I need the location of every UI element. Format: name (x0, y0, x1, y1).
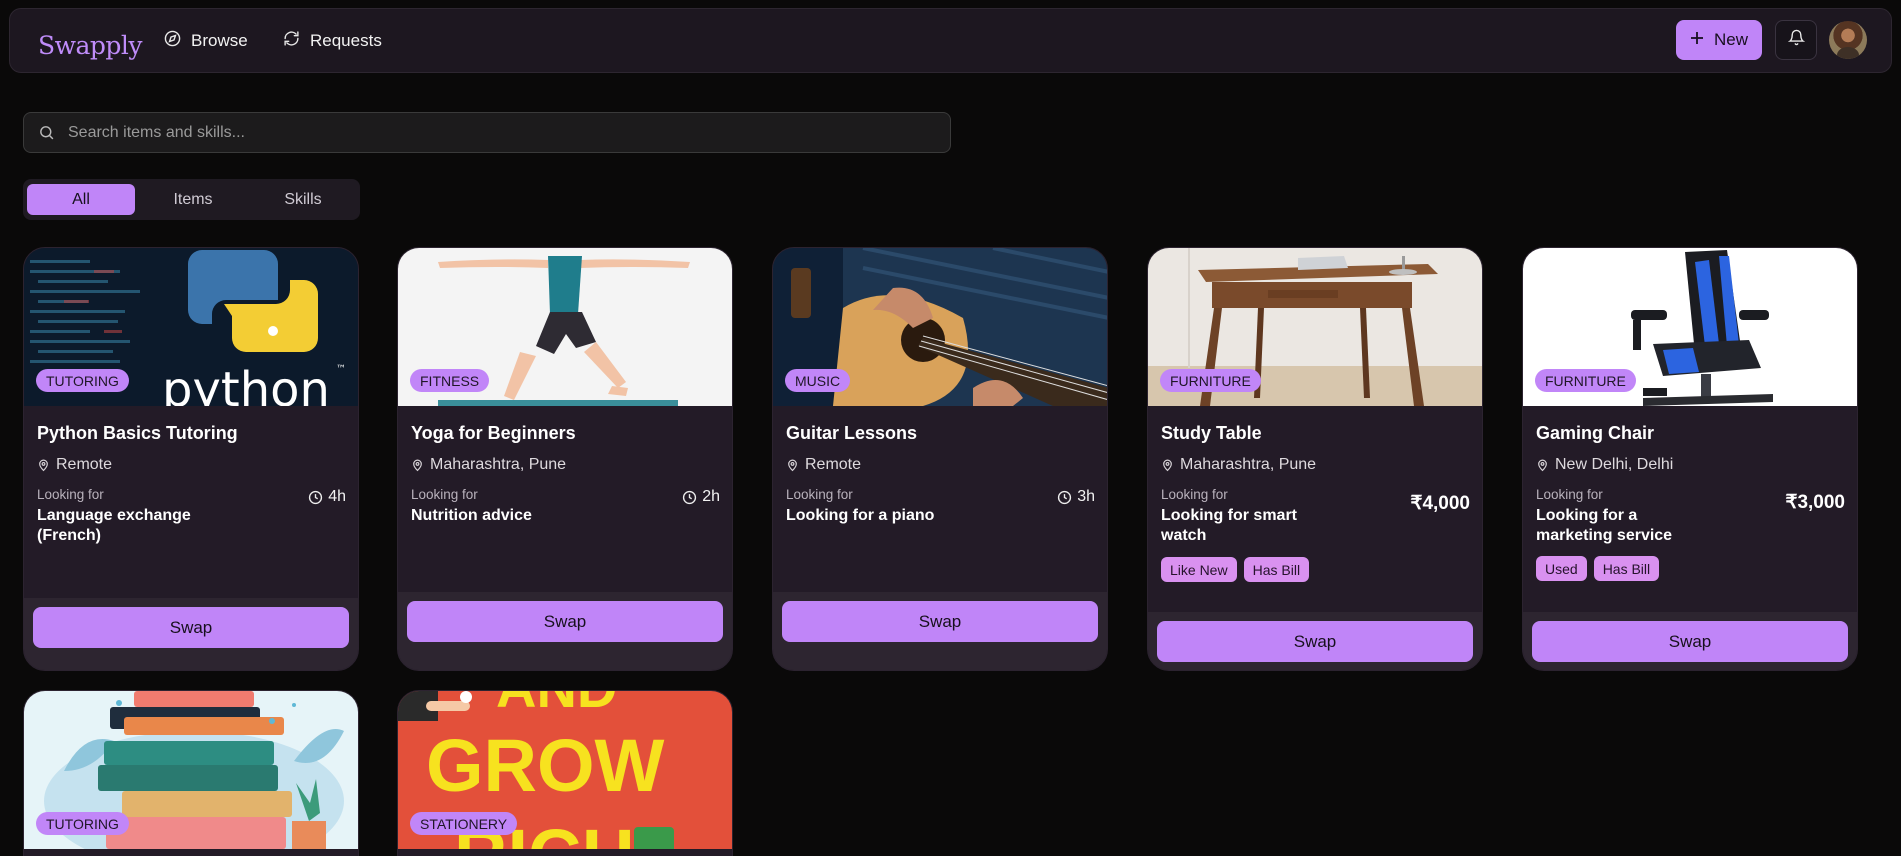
nav-requests[interactable]: Requests (283, 29, 382, 53)
python-wordmark: python (162, 362, 330, 406)
user-avatar[interactable] (1829, 21, 1867, 59)
card-footer: Swap (773, 592, 1107, 670)
search-input[interactable] (68, 113, 928, 152)
looking-for-label: Looking for (1161, 487, 1228, 502)
card-footer: Swap (1148, 612, 1482, 670)
location-text: Remote (805, 456, 862, 473)
plus-icon (1690, 30, 1704, 50)
swap-button[interactable]: Swap (782, 601, 1098, 642)
card-title: Gaming Chair (1536, 423, 1655, 443)
tag-list: Used Has Bill (1536, 556, 1660, 581)
listing-card[interactable]: MUSIC Guitar Lessons Remote Looking for … (772, 247, 1108, 671)
filter-tabs: All Items Skills (23, 179, 360, 220)
tab-skills[interactable]: Skills (249, 184, 357, 215)
nav-requests-label: Requests (310, 31, 382, 50)
search-bar (23, 112, 951, 153)
tag-list: Like New Has Bill (1161, 557, 1310, 582)
location-pin-icon (39, 459, 48, 472)
looking-for-value: Looking for a piano (786, 507, 935, 524)
looking-for-label: Looking for (411, 487, 478, 502)
looking-for-label: Looking for (37, 487, 104, 502)
looking-for-label: Looking for (786, 487, 853, 502)
bell-icon (1787, 29, 1805, 51)
listing-card[interactable]: FURNITURE Gaming Chair New Delhi, Delhi … (1522, 247, 1858, 671)
nav-browse-label: Browse (191, 31, 248, 50)
card-location: New Delhi, Delhi (1536, 456, 1673, 474)
clock-icon (309, 490, 323, 504)
condition-tag: Like New (1161, 557, 1237, 582)
tab-all[interactable]: All (27, 184, 135, 215)
category-badge: FURNITURE (1535, 369, 1636, 392)
bill-tag: Has Bill (1593, 556, 1660, 581)
nav-browse[interactable]: Browse (164, 29, 248, 53)
svg-text:AND: AND (496, 691, 617, 719)
listing-card[interactable]: FITNESS Yoga for Beginners Maharashtra, … (397, 247, 733, 671)
location-text: New Delhi, Delhi (1555, 456, 1674, 473)
card-title: Python Basics Tutoring (37, 423, 238, 443)
listing-card[interactable]: FURNITURE Study Table Maharashtra, Pune … (1147, 247, 1483, 671)
card-footer: Swap (398, 592, 732, 670)
card-title: Study Table (1161, 423, 1262, 443)
card-location: Remote (37, 456, 112, 474)
category-badge: TUTORING (36, 369, 129, 392)
card-title: Yoga for Beginners (411, 423, 576, 443)
tab-items[interactable]: Items (139, 184, 247, 215)
card-footer: Swap (24, 598, 358, 670)
swap-button[interactable]: Swap (1157, 621, 1473, 662)
looking-for-value: Nutrition advice (411, 507, 532, 524)
location-pin-icon (1163, 459, 1172, 472)
category-badge: FURNITURE (1160, 369, 1261, 392)
clock-icon (1058, 490, 1072, 504)
looking-for-value: Looking for a marketing service (1536, 507, 1673, 544)
svg-text:GROW: GROW (426, 724, 665, 807)
looking-for-value: Looking for smart watch (1161, 507, 1298, 544)
swap-button[interactable]: Swap (1532, 621, 1848, 662)
listing-card[interactable]: TUTORING (23, 690, 359, 856)
compass-icon (164, 30, 181, 52)
listing-card[interactable]: AND GROW RICH STATIONERY (397, 690, 733, 856)
looking-for-value: Language exchange (French) (37, 507, 191, 544)
new-button[interactable]: New (1676, 20, 1762, 60)
card-location: Maharashtra, Pune (411, 456, 566, 474)
category-badge: FITNESS (410, 369, 490, 392)
location-text: Maharashtra, Pune (430, 456, 567, 473)
duration: 2h (682, 488, 720, 506)
duration-text: 3h (1077, 488, 1095, 505)
location-pin-icon (788, 459, 797, 472)
card-title: Guitar Lessons (786, 423, 918, 443)
swapply-logo[interactable]: Swapply (38, 31, 143, 60)
location-text: Remote (56, 456, 113, 473)
bill-tag: Has Bill (1243, 557, 1310, 582)
clock-icon (683, 490, 697, 504)
refresh-icon (283, 30, 300, 52)
price: ₹4,000 (1410, 493, 1470, 514)
card-location: Remote (786, 456, 861, 474)
condition-tag: Used (1536, 556, 1587, 581)
card-location: Maharashtra, Pune (1161, 456, 1316, 474)
duration-text: 2h (702, 488, 720, 505)
location-text: Maharashtra, Pune (1180, 456, 1317, 473)
card-footer: Swap (1523, 612, 1857, 670)
top-navbar: Swapply Browse Requests New (9, 8, 1892, 73)
notifications-button[interactable] (1775, 20, 1817, 60)
search-icon (40, 126, 54, 140)
category-badge: STATIONERY (410, 812, 518, 835)
category-badge: MUSIC (785, 369, 851, 392)
duration: 3h (1057, 488, 1095, 506)
new-button-label: New (1713, 30, 1748, 49)
swap-button[interactable]: Swap (33, 607, 349, 648)
duration-text: 4h (328, 488, 346, 505)
category-badge: TUTORING (36, 812, 129, 835)
duration: 4h (308, 488, 346, 506)
location-pin-icon (413, 459, 422, 472)
svg-text:™: ™ (336, 364, 346, 375)
listing-card[interactable]: python ™ TUTORING Python Basics Tutoring… (23, 247, 359, 671)
location-pin-icon (1538, 459, 1547, 472)
looking-for-label: Looking for (1536, 487, 1603, 502)
swap-button[interactable]: Swap (407, 601, 723, 642)
price: ₹3,000 (1785, 492, 1845, 513)
